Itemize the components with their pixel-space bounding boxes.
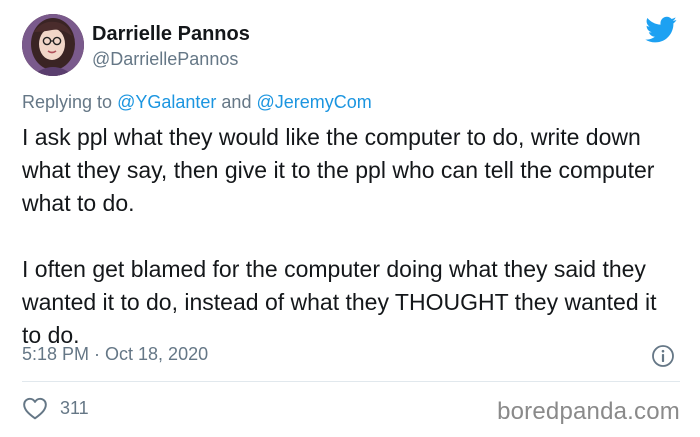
like-action[interactable]: 311 [22,396,89,420]
mention-link[interactable]: @JeremyCom [256,92,371,112]
avatar-image [22,14,84,76]
watermark: boredpanda.com [497,398,680,425]
heart-icon[interactable] [22,396,48,420]
twitter-bird-icon[interactable] [645,16,677,44]
divider [22,381,680,382]
tweet-card: Darrielle Pannos @DarriellePannos Replyi… [0,0,700,437]
author-name[interactable]: Darrielle Pannos [92,23,250,46]
info-icon[interactable] [651,344,675,368]
like-count: 311 [60,397,89,418]
reply-connector: and [221,92,252,112]
reply-context: Replying to @YGalanter and @JeremyCom [22,92,372,113]
mention-link[interactable]: @YGalanter [117,92,216,112]
avatar[interactable] [22,14,84,76]
author-handle[interactable]: @DarriellePannos [92,49,238,70]
tweet-timestamp[interactable]: 5:18 PM · Oct 18, 2020 [22,344,208,365]
tweet-body: I ask ppl what they would like the compu… [22,121,682,352]
reply-prefix: Replying to [22,92,113,112]
tweet-paragraph: I often get blamed for the computer doin… [22,256,657,348]
tweet-paragraph: I ask ppl what they would like the compu… [22,124,655,216]
